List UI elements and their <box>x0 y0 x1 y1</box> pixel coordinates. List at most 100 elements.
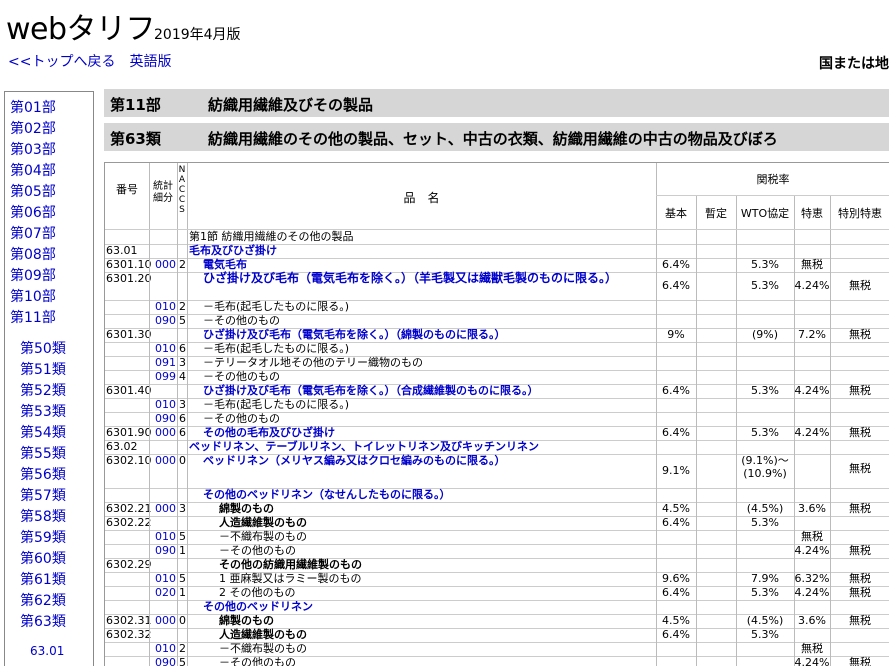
table-row: 090 6 －その他のもの <box>105 412 889 426</box>
rate-wto: 5.3% <box>751 628 779 641</box>
table-row: 6302.22 人造繊維製のもの 6.4% 5.3% <box>105 516 889 530</box>
item-description: ベッドリネン（メリヤス編み又はクロセ編みのものに限る。） <box>203 454 506 467</box>
sidebar-part-link[interactable]: 第09部 <box>10 265 56 285</box>
sidebar-chapter-link[interactable]: 第50類 <box>20 338 66 358</box>
country-selector-label[interactable]: 国または地 <box>819 53 889 73</box>
stat-code: 000 <box>155 614 176 627</box>
rate-wto: (9%) <box>751 328 779 341</box>
stat-code: 090 <box>155 412 176 425</box>
sidebar-chapter-link[interactable]: 第59類 <box>20 527 66 547</box>
english-version-link[interactable]: 英語版 <box>129 54 171 70</box>
sidebar-part-link[interactable]: 第11部 <box>10 307 56 327</box>
rate-pref: 無税 <box>801 530 823 543</box>
table-row: 6301.10 000 2 電気毛布 6.4% 5.3% 無税 <box>105 258 889 272</box>
table-row: 6301.90 000 6 その他の毛布及びひざ掛け 6.4% 5.3% 4.24% 無税 <box>105 426 889 440</box>
rate-wto: 5.3% <box>751 279 779 292</box>
table-divider <box>794 195 795 666</box>
rate-wto: 5.3% <box>751 384 779 397</box>
sidebar-heading-link[interactable]: 63.01 <box>30 644 64 658</box>
table-row: 010 2 －不織布製のもの 無税 <box>105 642 889 656</box>
table-row: 010 5 1 亜麻製又はラミー製のもの 9.6% 7.9% 6.32% 無税 <box>105 572 889 586</box>
chapter-bar: 第63類 紡織用繊維のその他の製品、セット、中古の衣類、紡織用繊維の中古の物品及… <box>104 123 889 151</box>
stat-code: 020 <box>155 586 176 599</box>
rate-special: 無税 <box>849 572 871 585</box>
sidebar-part-link[interactable]: 第08部 <box>10 244 56 264</box>
sidebar-part-link[interactable]: 第06部 <box>10 202 56 222</box>
sidebar-chapter-link[interactable]: 第60類 <box>20 548 66 568</box>
table-row: 090 5 －その他のもの <box>105 314 889 328</box>
stat-code: 010 <box>155 530 176 543</box>
version-label: 2019年4月版 <box>154 27 241 43</box>
sidebar-chapter-link[interactable]: 第61類 <box>20 569 66 589</box>
item-description: 電気毛布 <box>203 258 247 271</box>
sidebar-chapter-link[interactable]: 第52類 <box>20 380 66 400</box>
item-description: ベッドリネン、テーブルリネン、トイレットリネン及びキッチンリネン <box>189 440 540 453</box>
naccs-code: 1 <box>179 586 186 599</box>
item-description: 人造繊維製のもの <box>219 516 307 529</box>
rate-pref: 3.6% <box>798 614 826 627</box>
table-divider <box>105 229 889 230</box>
item-description: －毛布(起毛したものに限る。) <box>203 398 350 411</box>
naccs-code: 5 <box>179 530 186 543</box>
hs-code: 6302.31 <box>106 614 152 627</box>
sidebar-chapter-link[interactable]: 第57類 <box>20 485 66 505</box>
hs-code: 6301.30 <box>106 328 152 341</box>
table-row: 6302.21 000 3 綿製のもの 4.5% (4.5%) 3.6% 無税 <box>105 502 889 516</box>
back-to-top-link[interactable]: <<トップへ戻る <box>8 54 115 70</box>
item-description: ひざ掛け及び毛布（電気毛布を除く。）（羊毛製又は繊獣毛製のものに限る。） <box>203 271 618 285</box>
item-description: 2 その他のもの <box>219 586 296 599</box>
sidebar-part-link[interactable]: 第07部 <box>10 223 56 243</box>
rate-special: 無税 <box>849 384 871 397</box>
item-description: ひざ掛け及び毛布（電気毛布を除く。）（綿製のものに限る。） <box>203 328 506 341</box>
item-description: 綿製のもの <box>219 614 274 627</box>
rate-pref: 4.24% <box>794 544 830 557</box>
hs-code: 6301.40 <box>106 384 152 397</box>
sidebar-part-link[interactable]: 第04部 <box>10 160 56 180</box>
rate-basic: 9% <box>667 328 685 341</box>
naccs-code: 2 <box>179 642 186 655</box>
section-bar: 第11部 紡織用繊維及びその製品 <box>104 89 889 117</box>
naccs-code: 6 <box>179 426 186 439</box>
stat-code: 010 <box>155 398 176 411</box>
header-item: 品 名 <box>403 191 440 205</box>
rate-special: 無税 <box>849 502 871 515</box>
rate-wto: (9.1%)～(10.9%) <box>741 454 789 480</box>
sidebar-chapter-link[interactable]: 第55類 <box>20 443 66 463</box>
rate-pref: 4.24% <box>794 279 830 292</box>
hs-code: 6301.10 <box>106 258 152 271</box>
item-description: －毛布(起毛したものに限る。) <box>203 342 350 355</box>
rate-basic: 9.1% <box>662 464 690 477</box>
table-divider <box>187 163 188 666</box>
rate-basic: 9.6% <box>662 572 690 585</box>
stat-code: 090 <box>155 544 176 557</box>
sidebar-chapter-link[interactable]: 第54類 <box>20 422 66 442</box>
table-row: 6301.30 ひざ掛け及び毛布（電気毛布を除く。）（綿製のものに限る。） 9% (9… <box>105 328 889 342</box>
app-title: webタリフ <box>6 12 156 47</box>
table-row: 6301.40 ひざ掛け及び毛布（電気毛布を除く。）（合成繊維製のものに限る。） 6… <box>105 384 889 398</box>
sidebar-chapter-link[interactable]: 第63類 <box>20 611 66 631</box>
stat-code: 010 <box>155 642 176 655</box>
rate-pref: 7.2% <box>798 328 826 341</box>
hs-code: 63.01 <box>106 244 138 257</box>
sidebar-chapter-link[interactable]: 第56類 <box>20 464 66 484</box>
rate-basic: 6.4% <box>662 384 690 397</box>
item-description: その他の毛布及びひざ掛け <box>203 426 335 439</box>
sidebar-part-link[interactable]: 第02部 <box>10 118 56 138</box>
sidebar-chapter-link[interactable]: 第53類 <box>20 401 66 421</box>
rate-wto: 7.9% <box>751 572 779 585</box>
sidebar-chapter-link[interactable]: 第58類 <box>20 506 66 526</box>
sidebar-chapter-link[interactable]: 第51類 <box>20 359 66 379</box>
rate-pref: 4.24% <box>794 586 830 599</box>
rate-pref: 3.6% <box>798 502 826 515</box>
sidebar-part-link[interactable]: 第03部 <box>10 139 56 159</box>
stat-code: 010 <box>155 572 176 585</box>
table-row: 63.01 毛布及びひざ掛け <box>105 244 889 258</box>
rate-special: 無税 <box>849 279 871 292</box>
table-row: 091 3 －テリータオル地その他のテリー織物のもの <box>105 356 889 370</box>
sidebar-part-link[interactable]: 第05部 <box>10 181 56 201</box>
sidebar-chapter-link[interactable]: 第62類 <box>20 590 66 610</box>
item-description: －毛布(起毛したものに限る。) <box>203 300 350 313</box>
sidebar-part-link[interactable]: 第10部 <box>10 286 56 306</box>
sidebar-part-link[interactable]: 第01部 <box>10 97 56 117</box>
naccs-code: 3 <box>179 502 186 515</box>
